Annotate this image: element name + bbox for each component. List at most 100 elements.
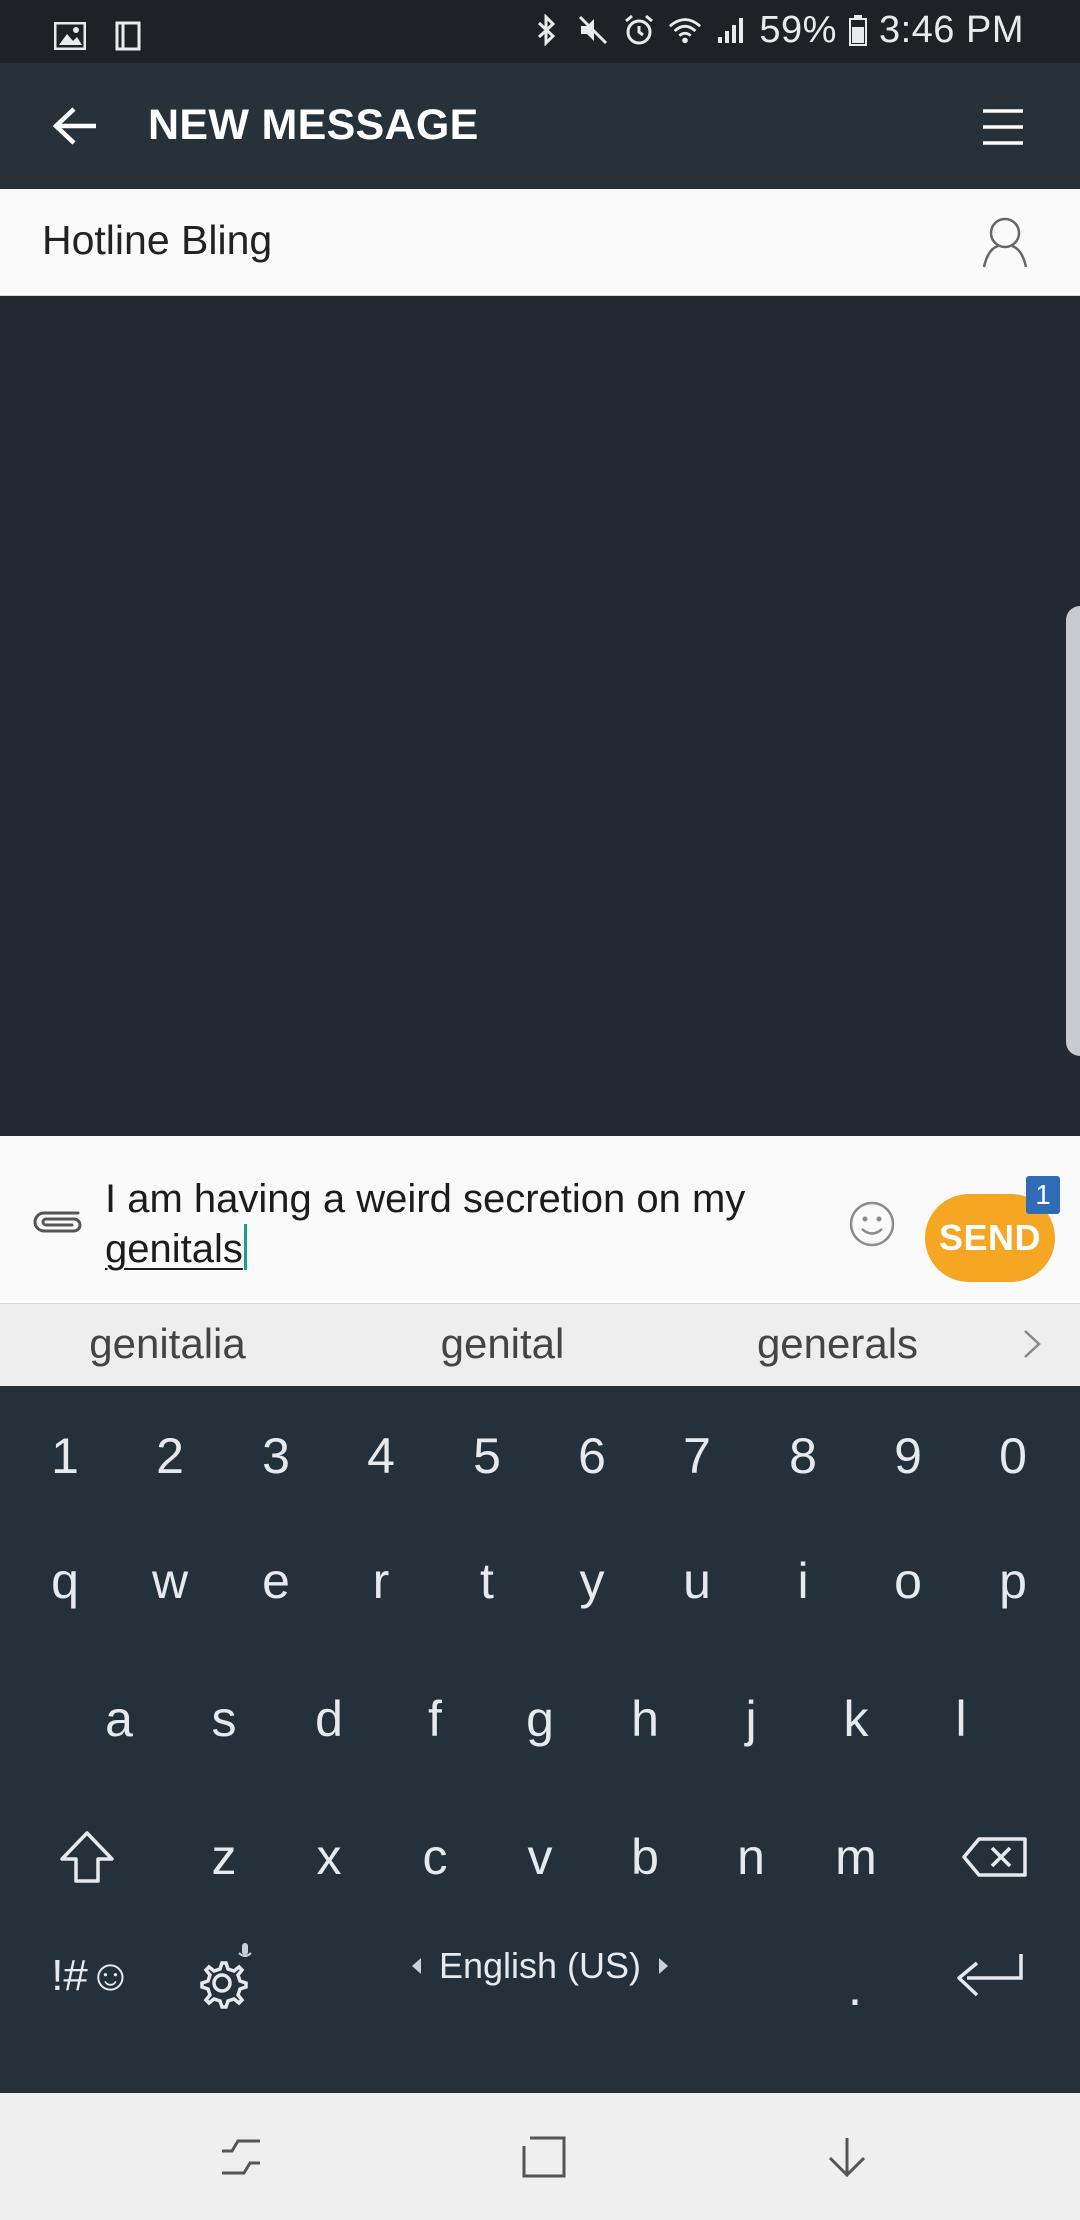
text-cursor: [243, 1224, 247, 1270]
enter-key[interactable]: [935, 1926, 1045, 2026]
gallery-notification-icon: [52, 14, 88, 58]
key-3[interactable]: 3: [221, 1406, 331, 1506]
key-d[interactable]: d: [274, 1664, 384, 1774]
status-bar: 59% 3:46 PM: [0, 0, 1080, 63]
key-k[interactable]: k: [801, 1664, 911, 1774]
home-button[interactable]: [509, 2125, 579, 2189]
menu-icon: [983, 109, 1023, 145]
language-prev-icon: [411, 1958, 421, 1974]
message-input[interactable]: I am having a weird secretion on my geni…: [105, 1174, 825, 1274]
keyboard: 1 2 3 4 5 6 7 8 9 0 q w e r t y u i o p …: [0, 1386, 1080, 2093]
backspace-key[interactable]: [940, 1802, 1050, 1912]
back-nav-button[interactable]: [812, 2125, 882, 2189]
key-m[interactable]: m: [801, 1802, 911, 1912]
key-7[interactable]: 7: [642, 1406, 752, 1506]
paperclip-icon: [33, 1211, 82, 1233]
key-j[interactable]: j: [696, 1664, 806, 1774]
enter-icon: [957, 1954, 1023, 1997]
bluetooth-icon: [529, 8, 565, 52]
signal-icon: [713, 8, 749, 52]
compose-bar: I am having a weird secretion on my geni…: [0, 1136, 1080, 1304]
attach-button[interactable]: [26, 1188, 90, 1252]
key-o[interactable]: o: [853, 1526, 963, 1636]
back-button[interactable]: [40, 93, 110, 159]
menu-button[interactable]: [968, 95, 1038, 159]
suggestion-1[interactable]: genitalia: [40, 1320, 295, 1368]
suggestion-3[interactable]: generals: [710, 1320, 965, 1368]
clock: 3:46 PM: [878, 8, 1024, 51]
key-y[interactable]: y: [537, 1526, 647, 1636]
shift-key[interactable]: [32, 1802, 142, 1912]
status-left: [52, 14, 146, 58]
backspace-icon: [962, 1837, 1027, 1877]
key-u[interactable]: u: [642, 1526, 752, 1636]
recipient-bar[interactable]: Hotline Bling: [0, 189, 1080, 296]
arrow-down-icon: [828, 2138, 866, 2178]
key-e[interactable]: e: [221, 1526, 331, 1636]
key-a[interactable]: a: [64, 1664, 174, 1774]
emoji-button[interactable]: [842, 1194, 902, 1254]
page-title: NEW MESSAGE: [148, 101, 479, 149]
key-n[interactable]: n: [696, 1802, 806, 1912]
suggestion-bar: genitalia genital generals: [0, 1304, 1080, 1386]
status-right: 59% 3:46 PM: [529, 8, 1024, 52]
language-label: English (US): [438, 1945, 642, 1986]
contact-icon: [982, 217, 1028, 268]
key-f[interactable]: f: [380, 1664, 490, 1774]
battery-percent: 59%: [759, 8, 837, 51]
recents-icon: [222, 2139, 260, 2175]
key-4[interactable]: 4: [326, 1406, 436, 1506]
gear-icon: [200, 1943, 252, 2009]
composing-word: genitals: [105, 1227, 243, 1271]
message-thread-area[interactable]: [0, 296, 1080, 1136]
key-8[interactable]: 8: [748, 1406, 858, 1506]
key-0[interactable]: 0: [958, 1406, 1068, 1506]
key-v[interactable]: v: [485, 1802, 595, 1912]
wifi-icon: [667, 8, 703, 52]
app-bar: NEW MESSAGE: [0, 63, 1080, 189]
symbols-key[interactable]: !#☺: [32, 1926, 152, 2026]
key-5[interactable]: 5: [432, 1406, 542, 1506]
language-next-icon: [659, 1958, 669, 1974]
recipient-name[interactable]: Hotline Bling: [42, 217, 272, 264]
sim-badge: 1: [1026, 1176, 1060, 1214]
period-label: .: [847, 1959, 863, 2017]
key-9[interactable]: 9: [853, 1406, 963, 1506]
chevron-right-icon: [1024, 1330, 1041, 1358]
key-c[interactable]: c: [380, 1802, 490, 1912]
key-t[interactable]: t: [432, 1526, 542, 1636]
contact-picker-button[interactable]: [970, 209, 1040, 275]
message-text: I am having a weird secretion on my: [105, 1177, 746, 1221]
more-suggestions-button[interactable]: [1010, 1322, 1054, 1366]
scroll-handle[interactable]: [1066, 606, 1080, 1056]
key-b[interactable]: b: [590, 1802, 700, 1912]
suggestion-2[interactable]: genital: [375, 1320, 630, 1368]
key-i[interactable]: i: [748, 1526, 858, 1636]
notes-notification-icon: [110, 14, 146, 58]
key-s[interactable]: s: [169, 1664, 279, 1774]
back-arrow-icon: [52, 107, 96, 145]
key-6[interactable]: 6: [537, 1406, 647, 1506]
smiley-icon: [849, 1201, 895, 1247]
home-icon: [522, 2136, 566, 2178]
key-g[interactable]: g: [485, 1664, 595, 1774]
key-2[interactable]: 2: [115, 1406, 225, 1506]
battery-icon: [847, 8, 869, 52]
key-r[interactable]: r: [326, 1526, 436, 1636]
mute-icon: [575, 8, 611, 52]
key-1[interactable]: 1: [10, 1406, 120, 1506]
period-key[interactable]: .: [800, 1926, 910, 2026]
shift-icon: [60, 1831, 114, 1883]
key-x[interactable]: x: [274, 1802, 384, 1912]
recent-apps-button[interactable]: [206, 2125, 276, 2189]
key-q[interactable]: q: [10, 1526, 120, 1636]
key-z[interactable]: z: [169, 1802, 279, 1912]
settings-key[interactable]: [175, 1926, 275, 2026]
key-p[interactable]: p: [958, 1526, 1068, 1636]
key-w[interactable]: w: [115, 1526, 225, 1636]
key-l[interactable]: l: [906, 1664, 1016, 1774]
language-key[interactable]: English (US): [400, 1926, 680, 2006]
alarm-icon: [621, 8, 657, 52]
navigation-bar: [0, 2093, 1080, 2220]
key-h[interactable]: h: [590, 1664, 700, 1774]
